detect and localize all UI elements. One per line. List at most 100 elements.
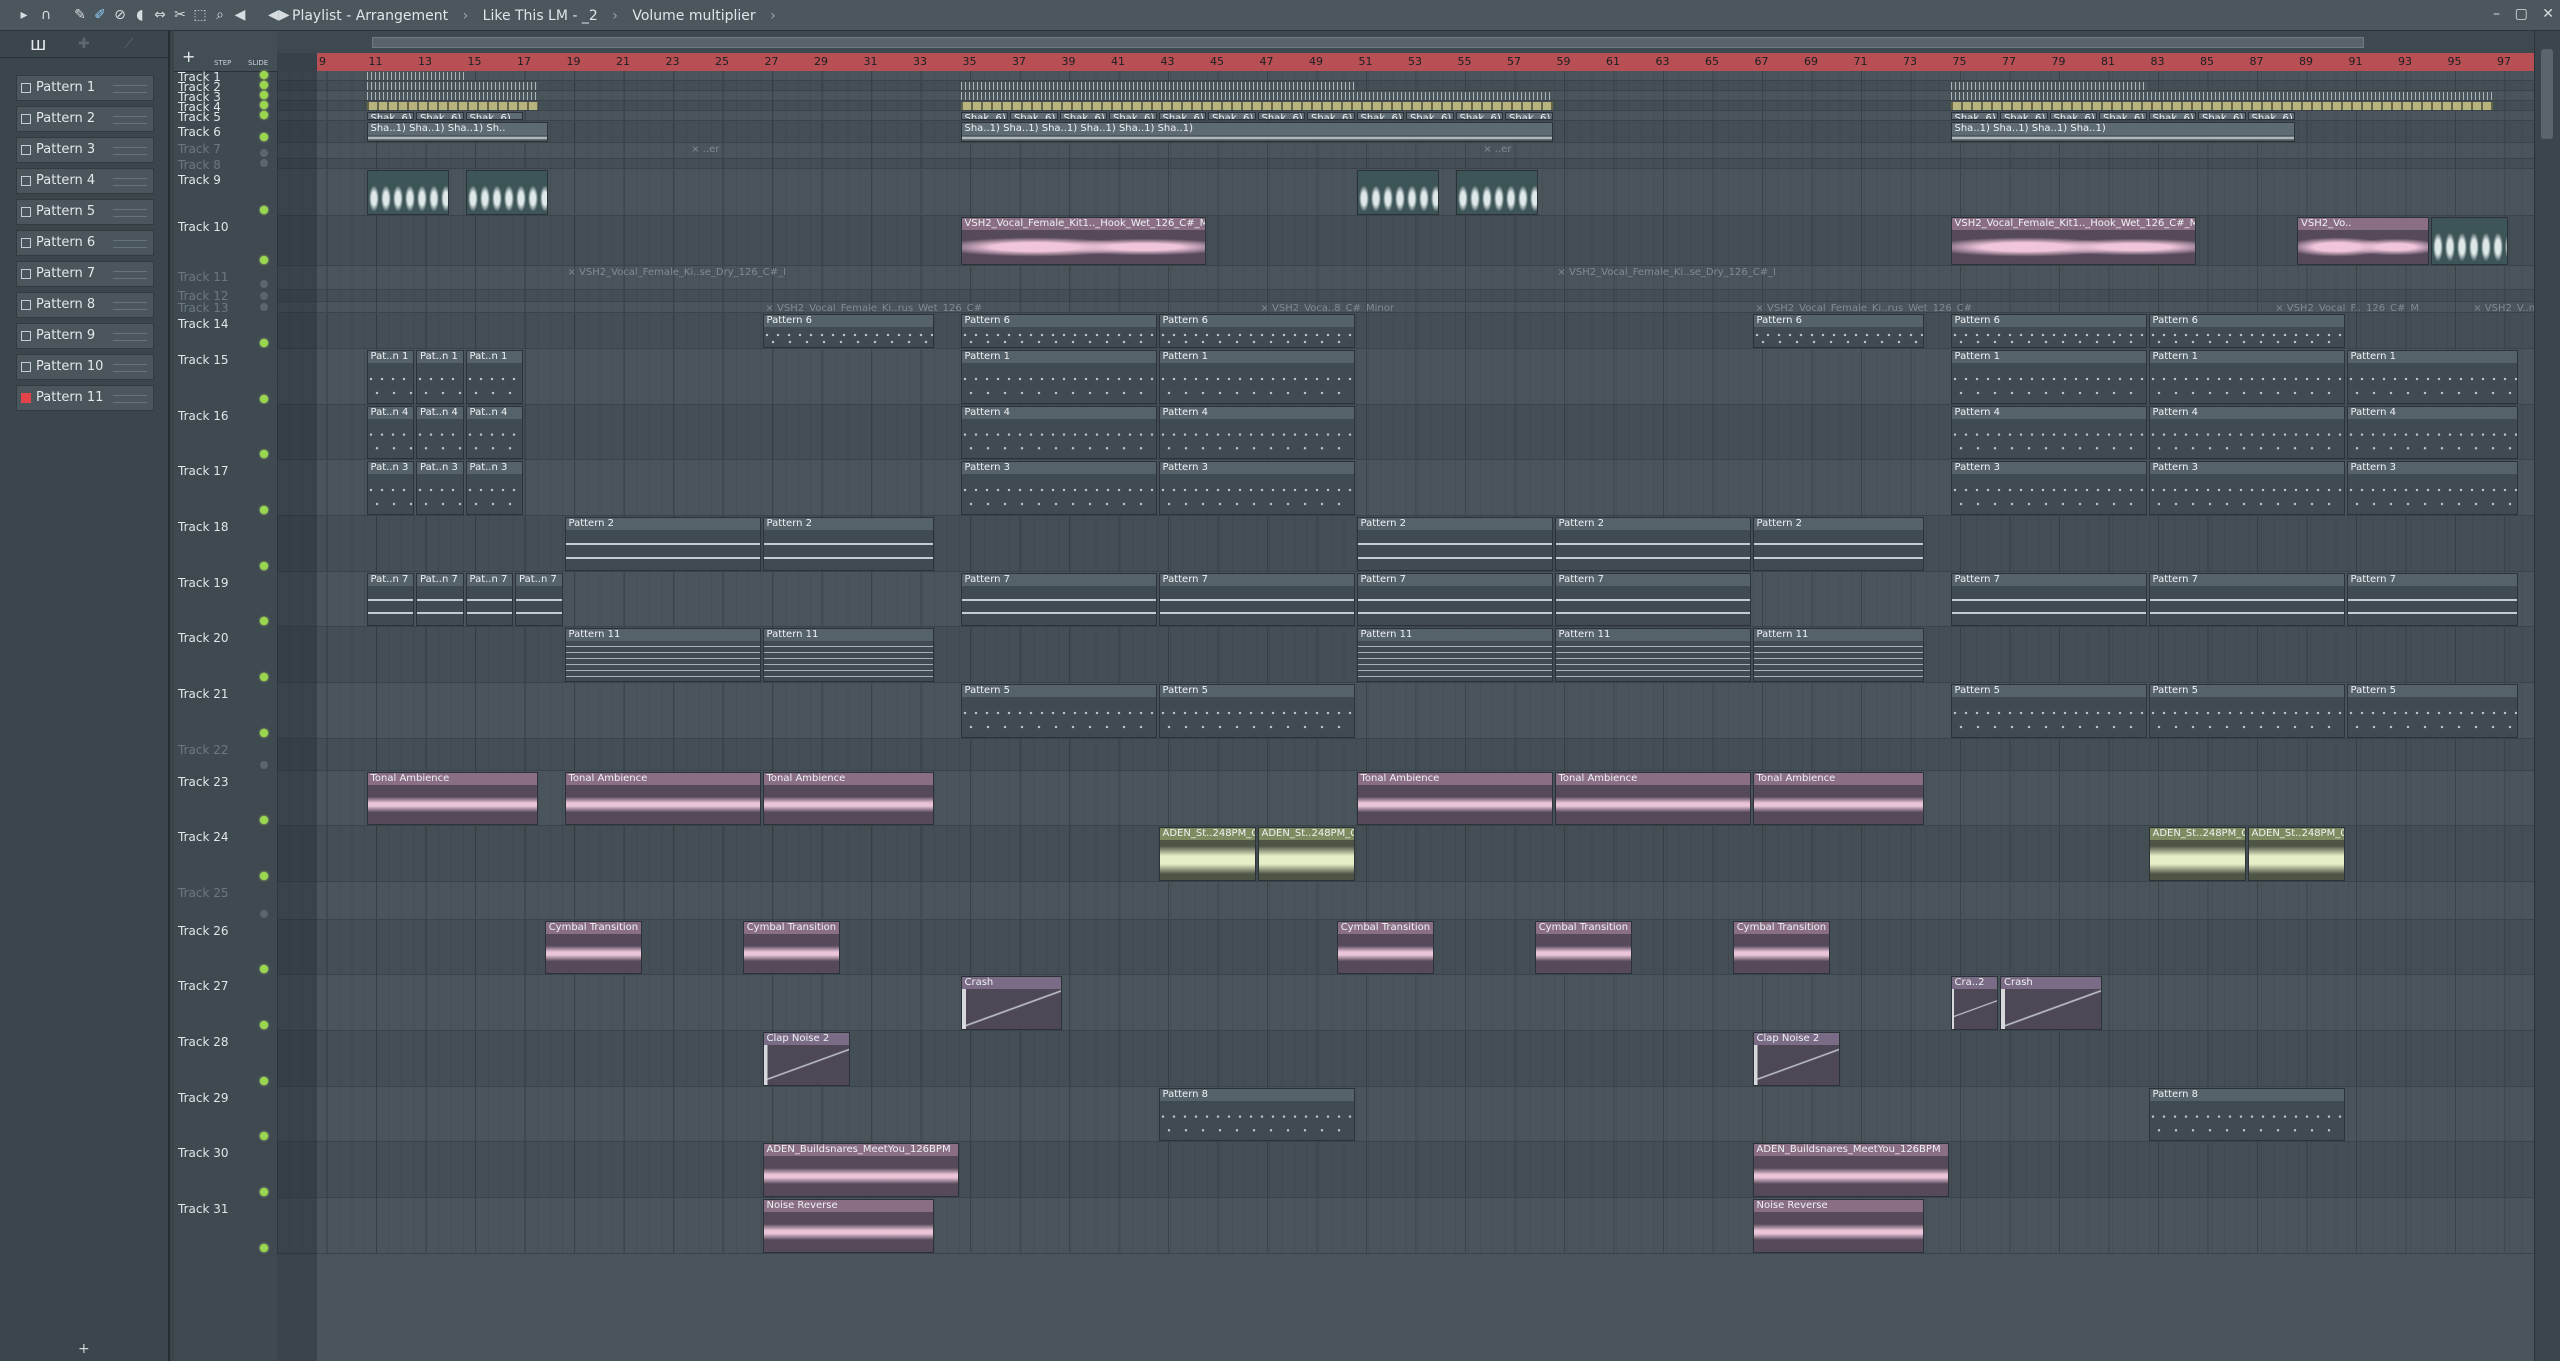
clip[interactable]: Pattern 6 <box>762 314 934 348</box>
clip[interactable]: VSH2_Vo.. <box>2297 217 2429 265</box>
clip[interactable]: Tonal Ambience <box>1356 772 1553 825</box>
mute-icon[interactable]: ◖ <box>132 7 148 23</box>
clip-block[interactable] <box>465 170 548 215</box>
pattern-item[interactable]: Pattern 7 <box>16 261 154 287</box>
track-enable-led[interactable] <box>260 256 268 264</box>
clip[interactable]: Shak..6) <box>1950 112 1998 120</box>
clip[interactable]: Pat..n 7 <box>515 573 563 626</box>
track-enable-led[interactable] <box>260 81 268 89</box>
track-name[interactable]: Track 22 <box>178 743 228 757</box>
clip[interactable]: Shak..6) <box>1158 112 1206 120</box>
track-enable-led[interactable] <box>260 617 268 625</box>
track-name[interactable]: Track 14 <box>178 317 228 331</box>
clip[interactable]: × ..er <box>1480 144 1537 158</box>
clip[interactable]: Cra..2 <box>1950 976 1998 1030</box>
clip[interactable]: ADEN_Buildsnares_MeetYou_126BPM <box>762 1143 959 1197</box>
pattern-item[interactable]: Pattern 4 <box>16 168 154 194</box>
clip[interactable]: Pattern 6 <box>1158 314 1355 348</box>
vertical-scrollbar[interactable] <box>2534 31 2560 1361</box>
maximize-button[interactable]: ▢ <box>2515 6 2528 22</box>
clip-block[interactable] <box>1950 102 2493 110</box>
track-name[interactable]: Track 27 <box>178 979 228 993</box>
clip-block[interactable] <box>1950 92 2493 100</box>
track-lane[interactable] <box>277 1142 2535 1198</box>
track-name[interactable]: Track 6 <box>178 125 221 139</box>
clip[interactable]: Pattern 2 <box>1356 517 1553 571</box>
clip[interactable]: ADEN_St..248PM_C <box>1257 827 1355 881</box>
clip[interactable]: × VSH2_Vocal_F.._126_C#_Minor <box>2272 303 2419 312</box>
clip[interactable]: Pattern 4 <box>960 406 1157 459</box>
automation-icon[interactable]: ⟋ <box>124 36 134 52</box>
track-enable-led[interactable] <box>260 965 268 973</box>
clip[interactable]: Pat..n 7 <box>366 573 414 626</box>
track-name[interactable]: Track 10 <box>178 220 228 234</box>
clip[interactable]: Pat..n 7 <box>416 573 464 626</box>
delete-icon[interactable]: ⊘ <box>112 7 128 23</box>
clip[interactable]: Pattern 5 <box>2346 684 2518 738</box>
clip[interactable]: Shak..6) <box>2099 112 2147 120</box>
clip[interactable]: Cymbal Transition <box>1336 921 1434 974</box>
track-enable-led[interactable] <box>260 111 268 119</box>
clip[interactable]: Shak..6) <box>465 112 523 120</box>
add-track-button[interactable]: + <box>182 47 195 66</box>
brush-icon[interactable]: ✐ <box>92 7 108 23</box>
clip[interactable]: Pattern 3 <box>2148 461 2345 515</box>
clip[interactable]: Pattern 3 <box>2346 461 2518 515</box>
track-lane[interactable] <box>277 71 2535 81</box>
clip[interactable]: Shak..6) <box>1059 112 1107 120</box>
clip[interactable]: Pattern 2 <box>1554 517 1751 571</box>
clip[interactable]: Sha..1) Sha..1) Sha..1) Sha..1) Sha..1) … <box>960 122 1553 142</box>
clip[interactable]: ADEN_St..248PM_C <box>2247 827 2345 881</box>
clip-block[interactable] <box>1950 82 2147 90</box>
clip[interactable]: × VSH2_Vocal_Female_Ki..se_Dry_126_C#_Mi… <box>1555 267 1776 289</box>
clip[interactable]: Clap Noise 2 <box>762 1032 850 1086</box>
clip[interactable]: Pattern 1 <box>1950 350 2147 404</box>
track-enable-led[interactable] <box>260 159 268 167</box>
clip[interactable]: Crash <box>960 976 1063 1030</box>
clip-block[interactable] <box>366 72 464 80</box>
clip[interactable]: ADEN_St..248PM_C <box>1158 827 1256 881</box>
track-enable-led[interactable] <box>260 673 268 681</box>
ruler-strip[interactable]: 9 11 13 15 17 19 21 23 25 27 29 31 33 35 37 39 41 43 45 47 4… <box>317 53 2535 71</box>
clip[interactable]: Noise Reverse <box>762 1199 934 1253</box>
clip[interactable]: Pattern 1 <box>2148 350 2345 404</box>
crumb-project[interactable]: Like This LM - _2 <box>483 8 598 24</box>
track-enable-led[interactable] <box>260 1077 268 1085</box>
track-enable-led[interactable] <box>260 872 268 880</box>
pattern-item[interactable]: Pattern 1 <box>16 75 154 101</box>
track-enable-led[interactable] <box>260 761 268 769</box>
clip[interactable]: Pat..n 1 <box>465 350 523 404</box>
track-name[interactable]: Track 23 <box>178 775 228 789</box>
clip[interactable]: Pattern 4 <box>1950 406 2147 459</box>
chevron-right-icon[interactable]: ▸ <box>16 7 32 23</box>
clip[interactable]: Pattern 2 <box>1752 517 1924 571</box>
select-icon[interactable]: ⬚ <box>192 7 208 23</box>
clip[interactable]: ADEN_St..248PM_C <box>2148 827 2246 881</box>
close-button[interactable]: ✕ <box>2542 6 2554 22</box>
track-enable-led[interactable] <box>260 71 268 79</box>
clip[interactable]: Pattern 7 <box>2346 573 2518 626</box>
timeline-overview[interactable] <box>277 31 2535 53</box>
track-name[interactable]: Track 5 <box>178 110 221 124</box>
audio-clip-icon[interactable]: ✚ <box>78 36 90 52</box>
clip[interactable]: VSH2_Vocal_Female_Kit1.._Hook_Wet_126_C#… <box>960 217 1206 265</box>
clip[interactable]: Pattern 5 <box>960 684 1157 738</box>
clip[interactable]: Cymbal Transition <box>742 921 840 974</box>
track-name[interactable]: Track 25 <box>178 886 228 900</box>
clip[interactable]: × VSH2_Voca..8_C#_Minor <box>1258 303 1405 312</box>
clip[interactable]: Pattern 7 <box>1950 573 2147 626</box>
track-enable-led[interactable] <box>260 133 268 141</box>
clip[interactable]: Shak..6) <box>1356 112 1404 120</box>
track-lane[interactable] <box>277 290 2535 302</box>
track-enable-led[interactable] <box>260 339 268 347</box>
clip[interactable]: Pattern 7 <box>1158 573 1355 626</box>
track-name[interactable]: Track 29 <box>178 1091 228 1105</box>
clip[interactable]: Pattern 11 <box>1752 628 1924 682</box>
clip[interactable]: Pat..n 4 <box>366 406 414 459</box>
clip[interactable]: × VSH2_Vocal_Female_Ki..se_Dry_126_C#_Mi… <box>565 267 786 289</box>
clip[interactable]: Pat..n 1 <box>416 350 464 404</box>
track-enable-led[interactable] <box>260 729 268 737</box>
pattern-item[interactable]: Pattern 6 <box>16 230 154 256</box>
track-enable-led[interactable] <box>260 292 268 300</box>
zoom-icon[interactable]: ⌕ <box>212 7 228 23</box>
